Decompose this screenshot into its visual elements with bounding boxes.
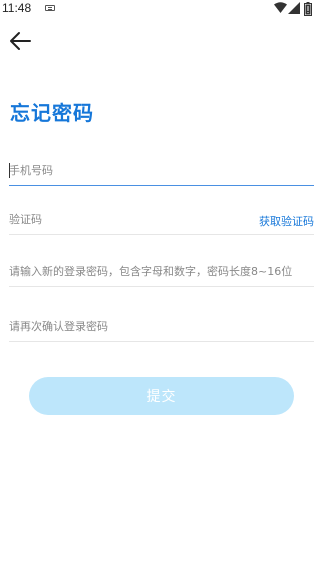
status-bar: 11:48 (0, 0, 320, 18)
verification-code-input[interactable] (9, 205, 239, 234)
new-password-field (9, 257, 314, 287)
status-time: 11:48 (2, 1, 32, 15)
forgot-password-screen: 11:48 忘记密码 获取验证码 (0, 0, 320, 569)
signal-icon (288, 2, 300, 14)
arrow-left-icon (10, 32, 31, 50)
new-password-input[interactable] (9, 257, 314, 286)
page-title: 忘记密码 (10, 101, 94, 125)
text-cursor (9, 163, 10, 178)
status-icons (274, 2, 318, 16)
battery-icon (304, 2, 312, 16)
submit-button[interactable]: 提交 (29, 377, 294, 415)
wifi-icon (274, 2, 287, 13)
code-field: 获取验证码 (9, 205, 314, 235)
phone-input[interactable] (9, 156, 314, 185)
confirm-password-input[interactable] (9, 312, 314, 341)
get-code-button[interactable]: 获取验证码 (259, 213, 314, 229)
keyboard-icon (45, 5, 55, 11)
phone-field (9, 156, 314, 186)
back-button[interactable] (8, 30, 34, 52)
confirm-password-field (9, 312, 314, 342)
